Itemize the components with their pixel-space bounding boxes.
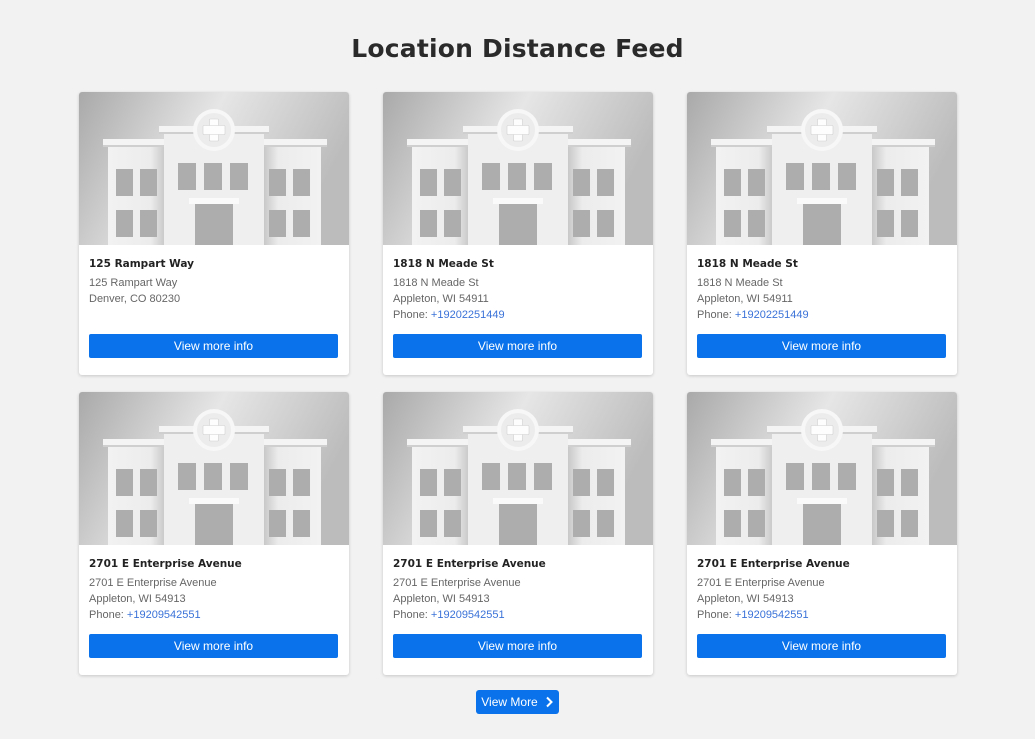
page-title: Location Distance Feed <box>351 34 684 63</box>
location-card: 2701 E Enterprise Avenue 2701 E Enterpri… <box>79 392 349 675</box>
card-body: 2701 E Enterprise Avenue 2701 E Enterpri… <box>687 545 957 675</box>
address-line-2: Appleton, WI 54911 <box>697 293 793 305</box>
phone-label: Phone: <box>393 309 431 321</box>
card-body: 2701 E Enterprise Avenue 2701 E Enterpri… <box>79 545 349 675</box>
address-line-2: Appleton, WI 54911 <box>393 293 489 305</box>
phone-label: Phone: <box>697 309 735 321</box>
location-title: 1818 N Meade St <box>697 258 798 270</box>
hospital-building-icon <box>687 92 957 245</box>
hospital-building-icon <box>383 92 653 245</box>
phone-link[interactable]: +19209542551 <box>127 609 201 621</box>
phone-row: Phone: +19209542551 <box>89 607 339 623</box>
chevron-right-icon <box>546 696 553 708</box>
phone-row: Phone: +19209542551 <box>393 607 643 623</box>
card-body: 2701 E Enterprise Avenue 2701 E Enterpri… <box>383 545 653 675</box>
card-body: 125 Rampart Way 125 Rampart Way Denver, … <box>79 245 349 375</box>
view-more-info-button[interactable]: View more info <box>89 634 338 658</box>
view-more-button[interactable]: View More <box>476 690 559 714</box>
view-more-info-button[interactable]: View more info <box>393 634 642 658</box>
address-line-1: 125 Rampart Way <box>89 277 178 289</box>
address-line-1: 2701 E Enterprise Avenue <box>89 577 217 589</box>
location-card: 1818 N Meade St 1818 N Meade St Appleton… <box>383 92 653 375</box>
phone-label: Phone: <box>89 609 127 621</box>
address-line-2: Appleton, WI 54913 <box>393 593 490 605</box>
phone-link[interactable]: +19209542551 <box>735 609 809 621</box>
hospital-building-icon <box>79 392 349 545</box>
hospital-building-icon <box>687 392 957 545</box>
view-more-info-button[interactable]: View more info <box>393 334 642 358</box>
address-line-2: Appleton, WI 54913 <box>697 593 794 605</box>
address-line-2: Appleton, WI 54913 <box>89 593 186 605</box>
hospital-building-icon <box>383 392 653 545</box>
phone-label: Phone: <box>393 609 431 621</box>
phone-row: Phone: +19202251449 <box>393 307 643 323</box>
location-card: 125 Rampart Way 125 Rampart Way Denver, … <box>79 92 349 375</box>
location-card: 1818 N Meade St 1818 N Meade St Appleton… <box>687 92 957 375</box>
phone-row: Phone: +19202251449 <box>697 307 947 323</box>
card-body: 1818 N Meade St 1818 N Meade St Appleton… <box>383 245 653 375</box>
location-card: 2701 E Enterprise Avenue 2701 E Enterpri… <box>383 392 653 675</box>
phone-link[interactable]: +19209542551 <box>431 609 505 621</box>
hospital-building-icon <box>79 92 349 245</box>
location-title: 2701 E Enterprise Avenue <box>89 558 242 570</box>
address-line-2: Denver, CO 80230 <box>89 293 181 305</box>
location-title: 1818 N Meade St <box>393 258 494 270</box>
address-line-1: 1818 N Meade St <box>697 277 783 289</box>
view-more-info-button[interactable]: View more info <box>89 334 338 358</box>
address-line-1: 2701 E Enterprise Avenue <box>697 577 825 589</box>
address-line-1: 1818 N Meade St <box>393 277 479 289</box>
location-title: 2701 E Enterprise Avenue <box>393 558 546 570</box>
location-title: 125 Rampart Way <box>89 258 194 270</box>
card-body: 1818 N Meade St 1818 N Meade St Appleton… <box>687 245 957 375</box>
phone-row: Phone: +19209542551 <box>697 607 947 623</box>
location-title: 2701 E Enterprise Avenue <box>697 558 850 570</box>
view-more-label: View More <box>481 695 538 709</box>
view-more-info-button[interactable]: View more info <box>697 334 946 358</box>
location-card: 2701 E Enterprise Avenue 2701 E Enterpri… <box>687 392 957 675</box>
phone-label: Phone: <box>697 609 735 621</box>
address-line-1: 2701 E Enterprise Avenue <box>393 577 521 589</box>
phone-link[interactable]: +19202251449 <box>431 309 505 321</box>
phone-link[interactable]: +19202251449 <box>735 309 809 321</box>
view-more-info-button[interactable]: View more info <box>697 634 946 658</box>
